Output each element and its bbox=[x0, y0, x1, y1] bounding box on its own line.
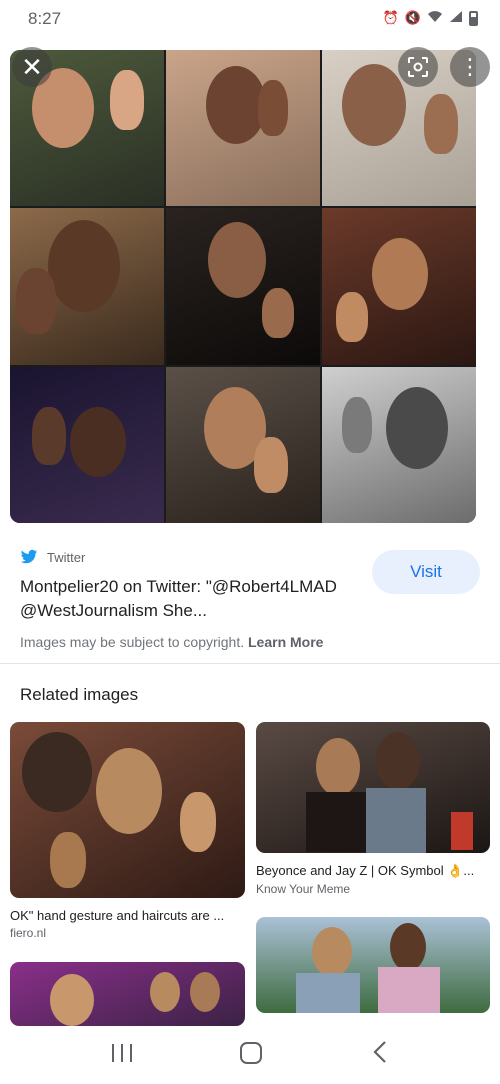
signal-icon bbox=[449, 10, 463, 26]
home-icon[interactable] bbox=[240, 1042, 262, 1064]
collage-tile bbox=[166, 50, 320, 207]
navigation-bar bbox=[0, 1026, 500, 1084]
close-icon: ✕ bbox=[21, 51, 43, 82]
result-title[interactable]: Montpelier20 on Twitter: "@Robert4LMAD @… bbox=[20, 575, 365, 623]
alarm-icon: ⏰ bbox=[382, 10, 399, 25]
collage-tile bbox=[322, 366, 476, 523]
recent-apps-icon[interactable] bbox=[112, 1044, 132, 1062]
learn-more-link[interactable]: Learn More bbox=[248, 634, 323, 650]
related-image-site: fiero.nl bbox=[10, 926, 47, 940]
source-name: Twitter bbox=[47, 549, 86, 565]
more-vert-icon: ⋮ bbox=[459, 54, 481, 79]
collage-tile bbox=[166, 208, 320, 365]
related-image-thumbnail[interactable] bbox=[10, 722, 245, 898]
collage-tile bbox=[10, 208, 164, 365]
related-image-thumbnail[interactable] bbox=[256, 917, 490, 1013]
related-image-caption: OK" hand gesture and haircuts are ... bbox=[10, 908, 225, 923]
visit-button[interactable]: Visit bbox=[372, 550, 480, 594]
image-collage bbox=[10, 50, 476, 523]
related-image-site: Know Your Meme bbox=[256, 882, 351, 896]
related-image-thumbnail[interactable] bbox=[256, 722, 490, 853]
close-button[interactable]: ✕ bbox=[12, 47, 52, 87]
collage-tile bbox=[166, 366, 320, 523]
copyright-text: Images may be subject to copyright. bbox=[20, 634, 245, 650]
related-images-heading: Related images bbox=[20, 685, 139, 704]
related-image-thumbnail[interactable] bbox=[10, 962, 245, 1026]
collage-tile bbox=[10, 366, 164, 523]
divider bbox=[0, 663, 500, 664]
related-image-caption: Beyonce and Jay Z | OK Symbol 👌... bbox=[256, 863, 475, 878]
related-image-card[interactable]: Beyonce and Jay Z | OK Symbol 👌... Know … bbox=[256, 722, 490, 896]
related-image-card[interactable] bbox=[256, 917, 490, 1013]
collage-tile bbox=[322, 208, 476, 365]
status-icons: ⏰ 🔇 bbox=[383, 10, 478, 26]
lens-icon bbox=[408, 57, 428, 77]
mute-icon: 🔇 bbox=[404, 10, 421, 25]
source-row[interactable]: Twitter bbox=[20, 548, 85, 566]
lens-button[interactable] bbox=[398, 47, 438, 87]
related-image-card[interactable]: OK" hand gesture and haircuts are ... fi… bbox=[10, 722, 245, 940]
status-bar: 8:27 ⏰ 🔇 bbox=[0, 0, 500, 38]
back-icon[interactable] bbox=[373, 1040, 387, 1071]
battery-icon bbox=[469, 10, 478, 26]
copyright-notice: Images may be subject to copyright. Lear… bbox=[20, 634, 323, 650]
more-options-button[interactable]: ⋮ bbox=[450, 47, 490, 87]
wifi-icon bbox=[427, 10, 443, 26]
related-image-card[interactable] bbox=[10, 962, 245, 1036]
main-image[interactable] bbox=[10, 50, 476, 523]
twitter-icon bbox=[20, 549, 38, 564]
status-time: 8:27 bbox=[28, 9, 62, 28]
